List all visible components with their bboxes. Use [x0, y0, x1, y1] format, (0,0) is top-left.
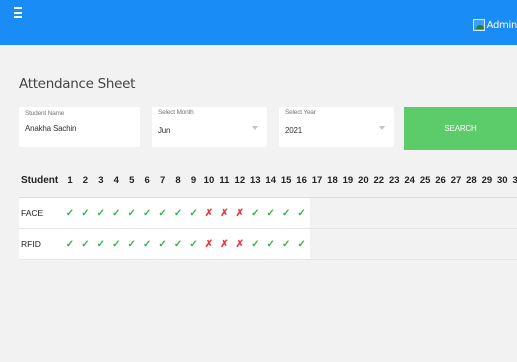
page-title: Attendance Sheet — [19, 76, 136, 92]
student-name-value[interactable]: Anakha Sachin — [25, 124, 76, 133]
admin-label: Admin — [486, 19, 517, 31]
day-column-header: 6 — [144, 175, 150, 186]
day-column-header: 10 — [203, 175, 215, 186]
day-column-header: 31 — [512, 175, 517, 186]
attendance-row: RFID ✓ ✓ ✓ ✓ ✓ ✓ ✓ ✓ ✓ ✗ ✗ ✗ ✓ ✓ ✓ ✓ — [19, 229, 517, 260]
attendance-row-label: RFID — [21, 239, 41, 249]
absent-cross-icon: ✗ — [220, 239, 229, 250]
day-column-header: 20 — [358, 175, 369, 186]
year-select[interactable]: Select Year 2021 — [279, 107, 394, 147]
day-column-header: 27 — [450, 175, 462, 186]
student-name-label: Student Name — [25, 110, 65, 117]
absent-cross-icon: ✗ — [204, 239, 214, 250]
present-check-icon: ✓ — [266, 208, 275, 219]
day-column-header: 24 — [404, 175, 415, 186]
hamburger-menu-icon[interactable] — [14, 7, 22, 18]
present-check-icon: ✓ — [112, 208, 121, 219]
present-check-icon: ✓ — [96, 208, 106, 219]
day-column-header: 5 — [129, 175, 135, 186]
day-column-header: 3 — [98, 175, 104, 186]
day-column-header: 9 — [190, 175, 197, 186]
day-column-header: 17 — [311, 175, 323, 186]
present-check-icon: ✓ — [81, 208, 90, 219]
admin-user-menu[interactable]: Admin — [472, 19, 517, 31]
present-check-icon: ✓ — [251, 208, 260, 219]
day-column-header: 7 — [159, 175, 166, 186]
profile-image-icon — [472, 19, 485, 31]
present-check-icon: ✓ — [266, 239, 275, 250]
present-check-icon: ✓ — [127, 208, 136, 219]
present-check-icon: ✓ — [142, 239, 152, 250]
attendance-row-label: FACE — [21, 208, 44, 218]
present-check-icon: ✓ — [281, 239, 291, 250]
day-column-header: 4 — [113, 175, 119, 186]
absent-cross-icon: ✗ — [235, 208, 245, 219]
present-check-icon: ✓ — [96, 239, 106, 250]
search-button[interactable]: SEARCH — [404, 107, 517, 150]
present-check-icon: ✓ — [142, 208, 152, 219]
present-check-icon: ✓ — [127, 239, 136, 250]
attendance-table-header: Student 1 2 3 4 5 6 7 8 9 10 11 12 13 14 15 16 17 18 19 20 2… — [19, 170, 517, 198]
present-check-icon: ✓ — [189, 208, 198, 219]
attendance-table: Student 1 2 3 4 5 6 7 8 9 10 11 12 13 14 15 16 17 18 19 20 2… — [19, 170, 517, 260]
day-column-header: 2 — [82, 175, 89, 186]
day-column-header: 25 — [419, 175, 431, 186]
day-column-header: 18 — [327, 175, 338, 186]
day-column-header: 23 — [388, 175, 400, 186]
present-check-icon: ✓ — [189, 239, 198, 250]
absent-cross-icon: ✗ — [204, 208, 214, 219]
day-column-header: 19 — [342, 175, 354, 186]
present-check-icon: ✓ — [297, 239, 306, 250]
day-column-header: 22 — [373, 175, 385, 186]
year-select-value: 2021 — [285, 126, 302, 135]
day-column-header: 29 — [481, 175, 493, 186]
present-check-icon: ✓ — [173, 208, 183, 219]
absent-cross-icon: ✗ — [235, 239, 245, 250]
dropdown-caret-icon[interactable] — [379, 126, 385, 130]
day-column-header: 11 — [219, 175, 230, 186]
absent-cross-icon: ✗ — [220, 208, 229, 219]
day-column-header: 26 — [435, 175, 446, 186]
day-column-header: 1 — [67, 175, 73, 186]
present-check-icon: ✓ — [158, 239, 167, 250]
present-check-icon: ✓ — [297, 208, 306, 219]
present-check-icon: ✓ — [173, 239, 183, 250]
present-check-icon: ✓ — [251, 239, 260, 250]
year-select-label: Select Year — [285, 109, 316, 116]
day-column-header: 12 — [234, 175, 246, 186]
day-column-header: 16 — [296, 175, 307, 186]
present-check-icon: ✓ — [112, 239, 121, 250]
present-check-icon: ✓ — [158, 208, 167, 219]
day-column-header: 14 — [265, 175, 277, 186]
month-select-value: Jun — [158, 126, 171, 135]
student-name-field[interactable]: Student Name Anakha Sachin — [19, 107, 140, 147]
day-column-header: 30 — [497, 175, 508, 186]
top-app-bar: Admin — [0, 0, 517, 45]
day-column-header: 8 — [175, 175, 181, 186]
dropdown-caret-icon[interactable] — [252, 126, 258, 130]
present-check-icon: ✓ — [65, 239, 75, 250]
month-select-label: Select Month — [158, 109, 194, 116]
present-check-icon: ✓ — [65, 208, 75, 219]
day-column-header: 15 — [280, 175, 292, 186]
day-column-header: 13 — [249, 175, 261, 186]
student-column-header: Student — [21, 175, 59, 186]
present-check-icon: ✓ — [81, 239, 90, 250]
attendance-row: FACE ✓ ✓ ✓ ✓ ✓ ✓ ✓ ✓ ✓ ✗ ✗ ✗ ✓ ✓ ✓ ✓ — [19, 198, 517, 229]
attendance-table-body: FACE ✓ ✓ ✓ ✓ ✓ ✓ ✓ ✓ ✓ ✗ ✗ ✗ ✓ ✓ ✓ ✓ RFID ✓ ✓ ✓ ✓ ✓ ✓ ✓ ✓ ✓ ✗ ✗ ✗ ✓ ✓ ✓ ✓ — [19, 198, 517, 260]
present-check-icon: ✓ — [281, 208, 291, 219]
day-column-header: 28 — [466, 175, 477, 186]
month-select[interactable]: Select Month Jun — [152, 107, 267, 147]
